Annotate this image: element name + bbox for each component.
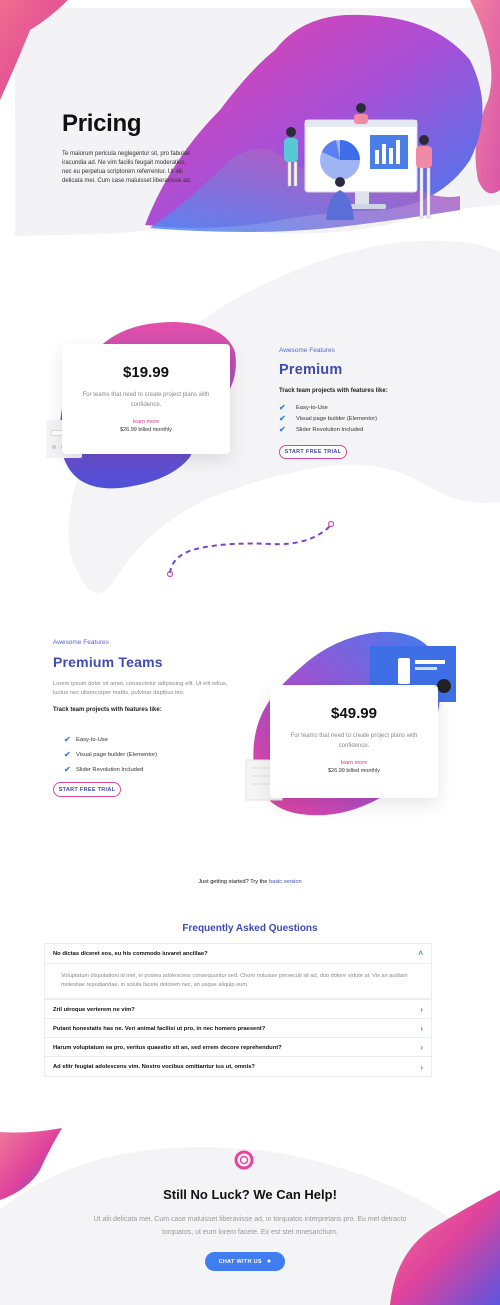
premium-price-card: $19.99 For teams that need to create pro… [62,344,230,454]
feature-item: ✔ Visual page builder (Elementor) [279,414,378,423]
faq-question[interactable]: No dictas diceret eos, eu his commodo iu… [45,944,431,963]
hero-description: Te maiorum pericula neglegentur sit, pro… [62,151,192,184]
premium-price-description: For teams that need to create project pl… [82,392,210,408]
cta-title: Still No Luck? We Can Help! [163,1187,337,1202]
checkmark-icon: ✔ [64,750,71,759]
teams-description: Lorem ipsum dolor sit amet, consectetur … [53,681,228,696]
premium-heading: Premium [279,362,343,378]
premium-billed-text: $26.99 billed monthly [120,427,172,433]
premium-eyebrow: Awesome Features [279,347,335,354]
teams-eyebrow: Awesome Features [53,639,109,646]
basic-version-text: Just getting started? Try the [198,879,269,885]
feature-item: ✔ Easy-to-Use [64,735,108,744]
teams-price: $49.99 [331,705,377,722]
basic-version-line: Just getting started? Try the basic vers… [0,879,500,885]
teams-start-trial-button[interactable]: START FREE TRIAL [53,782,121,797]
cta-description: Ut alii delicata mei. Cum case maluisset… [93,1216,407,1236]
faq-answer: Voluptatum disputationi id mel, ei poste… [61,973,408,988]
faq-item-open: No dictas diceret eos, eu his commodo iu… [44,943,432,999]
checkmark-icon: ✔ [279,414,286,423]
feature-item: ✔ Visual page builder (Elementor) [64,750,158,759]
chevron-up-icon: ˄ [418,949,423,958]
premium-price: $19.99 [123,364,169,381]
teams-price-card: $49.99 For teams that need to create pro… [270,685,438,798]
checkmark-icon: ✔ [64,765,71,774]
lifebuoy-icon [236,1152,252,1168]
chevron-right-icon: › [420,1005,423,1014]
teams-feature-list: ✔ Easy-to-Use ✔ Visual page builder (Eleme… [64,732,157,777]
dashed-connector [166,520,335,578]
premium-feature-list: ✔ Easy-to-Use ✔ Visual page builder (Eleme… [279,402,377,435]
checkmark-icon: ✔ [279,425,286,434]
teams-learn-more-link[interactable]: learn more [270,760,438,766]
feature-item: ✔ Easy-to-Use [279,403,328,412]
page-title: Pricing [62,110,142,137]
faq-item[interactable]: Ad elitr feugiat adolescens vim. Nostro … [44,1056,432,1077]
faq-item[interactable]: Zril utroque verterem ne vim? › [44,999,432,1019]
chat-bubble-icon: ● [266,1258,272,1265]
teams-price-description: For teams that need to create project pl… [290,733,418,749]
faq-item[interactable]: Putant honestatis has ne. Veri animal fa… [44,1018,432,1038]
chevron-right-icon: › [420,1062,423,1072]
chevron-right-icon: › [420,1024,423,1033]
chat-with-us-button[interactable]: CHAT WITH US ● [205,1252,285,1271]
feature-item: ✔ Slider Revolution Included [279,425,364,434]
checkmark-icon: ✔ [279,403,286,412]
page: Pricing Te maiorum pericula neglegentur … [0,0,500,1305]
premium-learn-more-link[interactable]: learn more [62,419,230,425]
basic-version-link[interactable]: basic version [269,879,302,885]
chat-button-label: CHAT WITH US [218,1258,262,1265]
chevron-right-icon: › [420,1043,423,1052]
premium-start-trial-button[interactable]: START FREE TRIAL [279,445,347,459]
feature-item: ✔ Slider Revolution Included [64,765,144,774]
teams-features-intro: Track team projects with features like: [53,707,162,713]
faq-item[interactable]: Harum voluptatum ea pro, veritus quaesti… [44,1037,432,1057]
faq-title: Frequently Asked Questions [182,923,318,934]
teams-heading: Premium Teams [53,654,163,670]
checkmark-icon: ✔ [64,735,71,744]
teams-billed-text: $26.99 billed monthly [328,768,380,774]
premium-features-intro: Track team projects with features like: [279,388,388,394]
